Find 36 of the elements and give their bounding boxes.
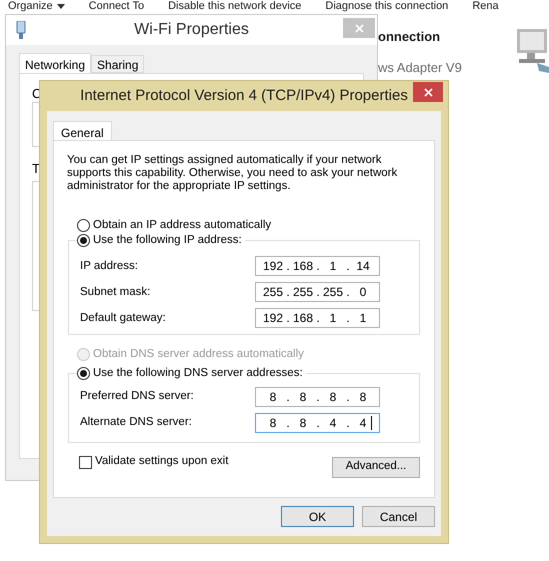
toolbar-button[interactable]: Diagnose this connection xyxy=(325,0,448,13)
ip-address-field[interactable]: 192 . 168 . 1 . 14 xyxy=(255,256,380,276)
field-label: Preferred DNS server: xyxy=(80,388,195,404)
adapter-icon xyxy=(16,21,26,39)
partial-label: T xyxy=(32,160,40,178)
toolbar-button[interactable]: Disable this network device xyxy=(168,0,302,13)
connection-name: onnection xyxy=(378,28,440,46)
tab[interactable]: Sharing xyxy=(91,55,144,73)
intro-text: You can get IP settings assigned automatically if your network supports this capability. Otherwise, you need to ask your network administrator for the appropriate IP settings. xyxy=(67,154,398,193)
radio-button[interactable]: Use the following IP address: xyxy=(77,232,245,250)
close-icon xyxy=(354,24,364,32)
ip-address-field[interactable]: 8 . 8 . 8 . 8 xyxy=(255,386,380,406)
close-icon xyxy=(424,88,432,96)
toolbar-button[interactable]: Rena xyxy=(472,0,499,13)
dialog-button[interactable]: Cancel xyxy=(362,506,435,527)
checkbox[interactable]: Validate settings upon exit xyxy=(79,453,228,471)
dialog-button[interactable]: OK xyxy=(281,506,354,527)
close-button[interactable] xyxy=(413,82,443,102)
ip-address-field[interactable]: 255 . 255 . 255 . 0 xyxy=(255,282,380,302)
tab[interactable]: General xyxy=(53,121,112,140)
tab[interactable]: Networking xyxy=(19,53,92,73)
window-title: Wi-Fi Properties xyxy=(134,20,249,40)
advanced-button[interactable]: Advanced... xyxy=(332,456,420,478)
ip-address-field[interactable]: 192 . 168 . 1 . 1 xyxy=(255,308,380,328)
toolbar-button[interactable]: Organize xyxy=(8,0,65,13)
radio-button[interactable]: Obtain an IP address automatically xyxy=(77,217,274,234)
field-label: Default gateway: xyxy=(80,310,167,326)
adapter-name: ws Adapter V9 xyxy=(378,59,462,77)
dialog-title: Internet Protocol Version 4 (TCP/IPv4) Properties xyxy=(80,86,408,106)
radio-button[interactable]: Use the following DNS server addresses: xyxy=(77,364,306,382)
field-label: Subnet mask: xyxy=(80,284,152,300)
ip-address-field[interactable]: 8 . 8 . 4 . 4 xyxy=(255,412,380,432)
field-label: Alternate DNS server: xyxy=(80,414,193,430)
toolbar-button[interactable]: Connect To xyxy=(88,0,144,13)
caret-icon xyxy=(56,4,65,9)
field-label: IP address: xyxy=(80,258,139,274)
